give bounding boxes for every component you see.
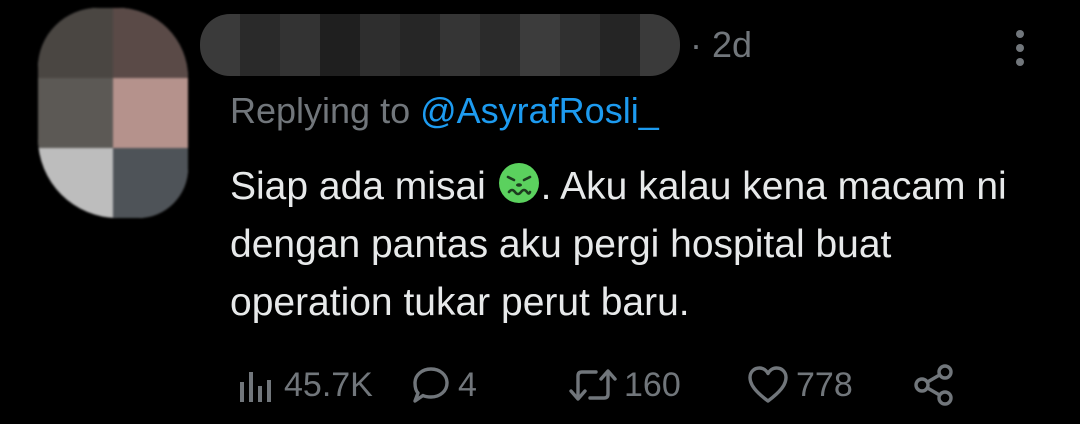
retweet-button[interactable]: 160 xyxy=(568,360,681,410)
redacted-username[interactable] xyxy=(200,14,680,76)
share-icon xyxy=(914,364,953,406)
replying-to-handle[interactable]: @AsyrafRosli_ xyxy=(420,90,659,131)
views-button[interactable]: 45.7K xyxy=(236,360,373,410)
tweet-timestamp[interactable]: · 2d xyxy=(690,24,752,66)
tweet-text-part1: Siap ada misai xyxy=(230,165,497,208)
bar-chart-icon xyxy=(240,372,271,402)
more-vertical-icon[interactable] xyxy=(1000,28,1040,68)
replying-to-label: Replying to xyxy=(230,90,421,131)
share-button[interactable] xyxy=(912,360,956,410)
reply-button[interactable]: 4 xyxy=(410,360,477,410)
heart-icon xyxy=(748,366,788,403)
avatar[interactable] xyxy=(38,8,188,218)
views-count: 45.7K xyxy=(284,365,373,404)
nauseated-face-icon xyxy=(498,163,539,203)
speech-bubble-icon xyxy=(413,367,449,403)
like-count: 778 xyxy=(796,365,853,404)
retweet-icon xyxy=(569,369,617,401)
reply-count: 4 xyxy=(458,365,477,404)
tweet-text: Siap ada misai . Aku kalau kena macam ni… xyxy=(230,158,1060,332)
retweet-count: 160 xyxy=(624,365,681,404)
like-button[interactable]: 778 xyxy=(746,360,853,410)
replying-to: Replying to @AsyrafRosli_ xyxy=(230,90,659,132)
